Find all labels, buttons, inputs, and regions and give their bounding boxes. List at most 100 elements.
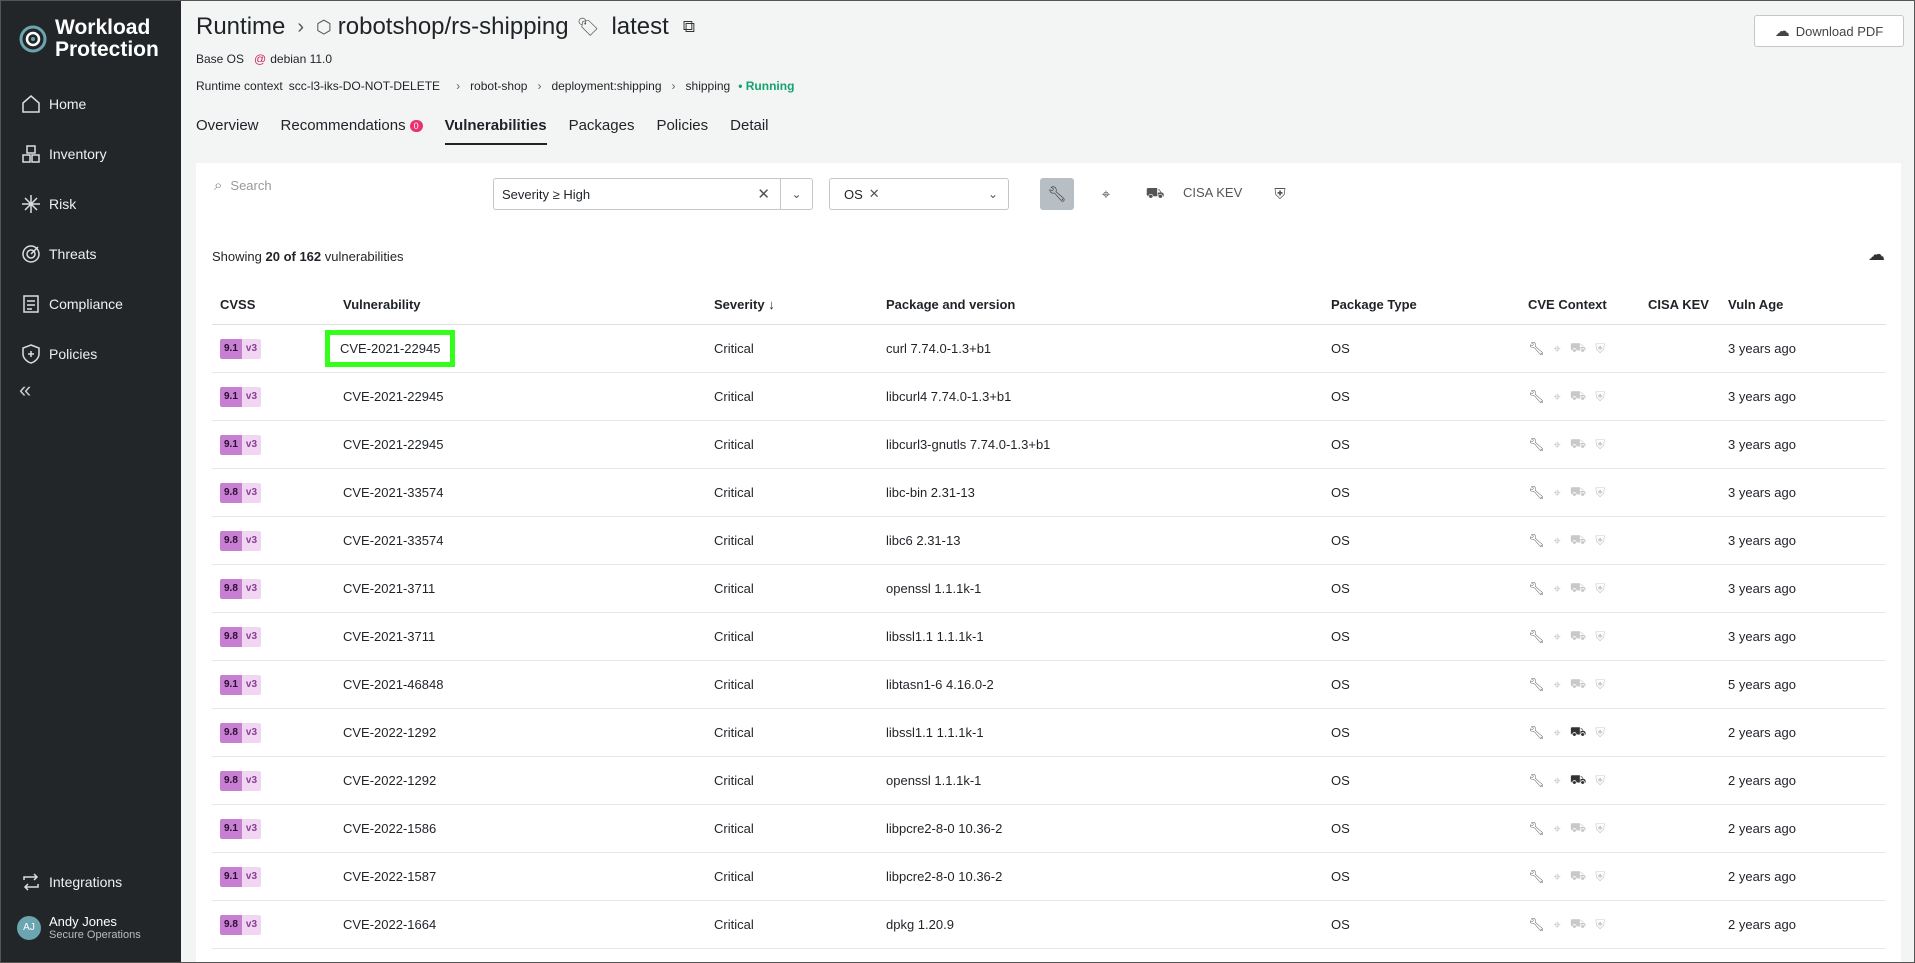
context-container[interactable]: shipping xyxy=(686,79,731,93)
cve-link[interactable]: CVE-2022-1586 xyxy=(343,821,436,836)
breadcrumb-root[interactable]: Runtime xyxy=(196,13,285,41)
exploit-filter-button[interactable]: ⛟ xyxy=(1138,178,1172,210)
download-pdf-button[interactable]: ☁ Download PDF xyxy=(1754,15,1904,47)
cisa-kev-filter-button[interactable]: CISA KEV xyxy=(1183,185,1242,200)
cvss-cell: 9.8 v3 xyxy=(212,770,335,791)
column-header-cve-context[interactable]: CVE Context xyxy=(1520,297,1640,312)
table-row[interactable]: 9.1 v3 CVE-2022-1587 Critical libpcre2-8-… xyxy=(212,853,1886,901)
cve-link[interactable]: CVE-2021-33574 xyxy=(343,533,443,548)
table-row[interactable]: 9.8 v3 CVE-2022-1664 Critical dpkg 1.20.9… xyxy=(212,901,1886,949)
shield-filter-button[interactable]: ⛨ xyxy=(1263,178,1297,210)
exploit-icon: ⛟ xyxy=(1569,819,1587,835)
sidebar-item-policies[interactable]: Policies xyxy=(1,329,181,379)
cve-link[interactable]: CVE-2021-22945 xyxy=(343,437,443,452)
cve-link[interactable]: CVE-2021-22945 xyxy=(325,330,456,367)
tag-icon: 🏷︎ xyxy=(576,16,600,37)
cvss-cell: 9.8 v3 xyxy=(212,914,335,935)
vuln-age-cell: 3 years ago xyxy=(1728,389,1796,404)
column-header-cvss[interactable]: CVSS xyxy=(212,297,335,312)
column-header-vuln-age[interactable]: Vuln Age xyxy=(1720,297,1886,312)
cve-link[interactable]: CVE-2021-33574 xyxy=(343,485,443,500)
tab-policies[interactable]: Policies xyxy=(656,117,708,145)
cve-link[interactable]: CVE-2021-3711 xyxy=(343,581,435,596)
tab-overview[interactable]: Overview xyxy=(196,117,259,145)
clear-icon[interactable]: ✕ xyxy=(757,185,770,203)
collapse-sidebar-icon[interactable]: « xyxy=(19,377,31,403)
tab-recommendations[interactable]: Recommendations 0 xyxy=(281,117,423,145)
cvss-cell: 9.1 v3 xyxy=(212,338,335,359)
table-row[interactable]: 9.1 v3 CVE-2022-1586 Critical libpcre2-8-… xyxy=(212,805,1886,853)
vulnerability-cell[interactable]: CVE-2022-1664 xyxy=(335,917,706,932)
table-row[interactable]: 9.8 v3 CVE-2022-1292 Critical libssl1.1 1… xyxy=(212,709,1886,757)
column-header-vulnerability[interactable]: Vulnerability xyxy=(335,297,706,312)
package-type-cell: OS xyxy=(1331,869,1350,884)
shield-icon: ⛨ xyxy=(1595,676,1605,692)
vulnerability-cell[interactable]: CVE-2021-3711 xyxy=(335,629,706,644)
context-label: Runtime context xyxy=(196,79,283,93)
vuln-age-cell: 2 years ago xyxy=(1728,821,1796,836)
sidebar-item-risk[interactable]: Risk xyxy=(1,179,181,229)
cvss-score-badge: 9.8 v3 xyxy=(220,578,262,599)
table-row[interactable]: 9.8 v3 CVE-2021-3711 Critical libssl1.1 1… xyxy=(212,613,1886,661)
cloud-download-icon[interactable]: ☁ xyxy=(1868,245,1885,265)
chevron-down-icon[interactable]: ⌄ xyxy=(988,187,998,201)
vulnerability-cell[interactable]: CVE-2022-1586 xyxy=(335,821,706,836)
logo[interactable]: Workload Protection xyxy=(19,17,195,61)
cve-link[interactable]: CVE-2022-1664 xyxy=(343,917,436,932)
package-type-filter[interactable]: OS ✕ ⌄ xyxy=(829,178,1009,210)
vulnerability-cell[interactable]: CVE-2021-22945 xyxy=(325,330,706,367)
vulnerability-cell[interactable]: CVE-2022-1292 xyxy=(335,773,706,788)
column-header-package[interactable]: Package and version xyxy=(878,297,1323,312)
vulnerability-cell[interactable]: CVE-2021-33574 xyxy=(335,533,706,548)
severity-filter[interactable]: Severity ≥ High ✕ ⌄ xyxy=(493,178,813,210)
table-row[interactable]: 9.1 v3 CVE-2021-22945 Critical curl 7.74.… xyxy=(212,325,1886,373)
search-input[interactable]: ⌕ Search xyxy=(214,177,272,194)
vulnerability-cell[interactable]: CVE-2022-1587 xyxy=(335,869,706,884)
vulnerability-cell[interactable]: CVE-2021-22945 xyxy=(335,389,706,404)
table-row[interactable]: 9.8 v3 CVE-2021-3711 Critical openssl 1.1… xyxy=(212,565,1886,613)
cve-link[interactable]: CVE-2021-46848 xyxy=(343,677,443,692)
runtime-context: Runtime context scc-l3-iks-DO-NOT-DELETE… xyxy=(196,79,794,93)
table-row[interactable]: 9.8 v3 CVE-2021-33574 Critical libc6 2.31… xyxy=(212,517,1886,565)
sidebar-item-compliance[interactable]: Compliance xyxy=(1,279,181,329)
context-namespace[interactable]: robot-shop xyxy=(470,79,527,93)
logo-icon xyxy=(19,25,47,53)
table-row[interactable]: 9.1 v3 CVE-2021-22945 Critical libcurl3-g… xyxy=(212,421,1886,469)
cve-link[interactable]: CVE-2022-1587 xyxy=(343,869,436,884)
vulnerability-cell[interactable]: CVE-2021-22945 xyxy=(335,437,706,452)
column-header-cisa-kev[interactable]: CISA KEV xyxy=(1640,297,1720,312)
table-row[interactable]: 9.1 v3 CVE-2021-46848 Critical libtasn1-6… xyxy=(212,661,1886,709)
cvss-score-badge: 9.8 v3 xyxy=(220,626,262,647)
sidebar-item-integrations[interactable]: Integrations xyxy=(1,857,181,907)
column-header-package-type[interactable]: Package Type xyxy=(1323,297,1520,312)
table-row[interactable]: 9.8 v3 CVE-2021-33574 Critical libc-bin 2… xyxy=(212,469,1886,517)
fix-available-filter-button[interactable]: 🔧︎ xyxy=(1040,178,1074,210)
vulnerability-cell[interactable]: CVE-2022-1292 xyxy=(335,725,706,740)
cve-link[interactable]: CVE-2021-22945 xyxy=(343,389,443,404)
summary-count: 20 of 162 xyxy=(265,249,322,264)
sidebar-item-threats[interactable]: Threats xyxy=(1,229,181,279)
cve-link[interactable]: CVE-2021-3711 xyxy=(343,629,435,644)
clear-icon[interactable]: ✕ xyxy=(869,186,880,202)
vulnerability-cell[interactable]: CVE-2021-33574 xyxy=(335,485,706,500)
context-cluster[interactable]: scc-l3-iks-DO-NOT-DELETE xyxy=(289,79,440,93)
column-header-severity[interactable]: Severity ↓ xyxy=(706,297,878,312)
user-profile[interactable]: AJ Andy Jones Secure Operations xyxy=(17,914,141,941)
sidebar-item-home[interactable]: Home xyxy=(1,79,181,129)
tab-packages[interactable]: Packages xyxy=(569,117,635,145)
column-header-label: Severity xyxy=(714,297,765,312)
home-icon xyxy=(22,95,40,113)
cve-link[interactable]: CVE-2022-1292 xyxy=(343,725,436,740)
cve-link[interactable]: CVE-2022-1292 xyxy=(343,773,436,788)
vulnerability-cell[interactable]: CVE-2021-3711 xyxy=(335,581,706,596)
tab-detail[interactable]: Detail xyxy=(730,117,768,145)
context-workload[interactable]: deployment:shipping xyxy=(551,79,661,93)
sidebar-item-inventory[interactable]: Inventory xyxy=(1,129,181,179)
in-use-filter-button[interactable]: ⌖ xyxy=(1089,178,1123,210)
tab-vulnerabilities[interactable]: Vulnerabilities xyxy=(444,117,547,145)
table-row[interactable]: 9.1 v3 CVE-2021-22945 Critical libcurl4 7… xyxy=(212,373,1886,421)
vulnerability-cell[interactable]: CVE-2021-46848 xyxy=(335,677,706,692)
table-row[interactable]: 9.8 v3 CVE-2022-1292 Critical openssl 1.1… xyxy=(212,757,1886,805)
copy-icon[interactable]: ⧉ xyxy=(683,17,695,37)
chevron-down-icon[interactable]: ⌄ xyxy=(780,179,812,209)
